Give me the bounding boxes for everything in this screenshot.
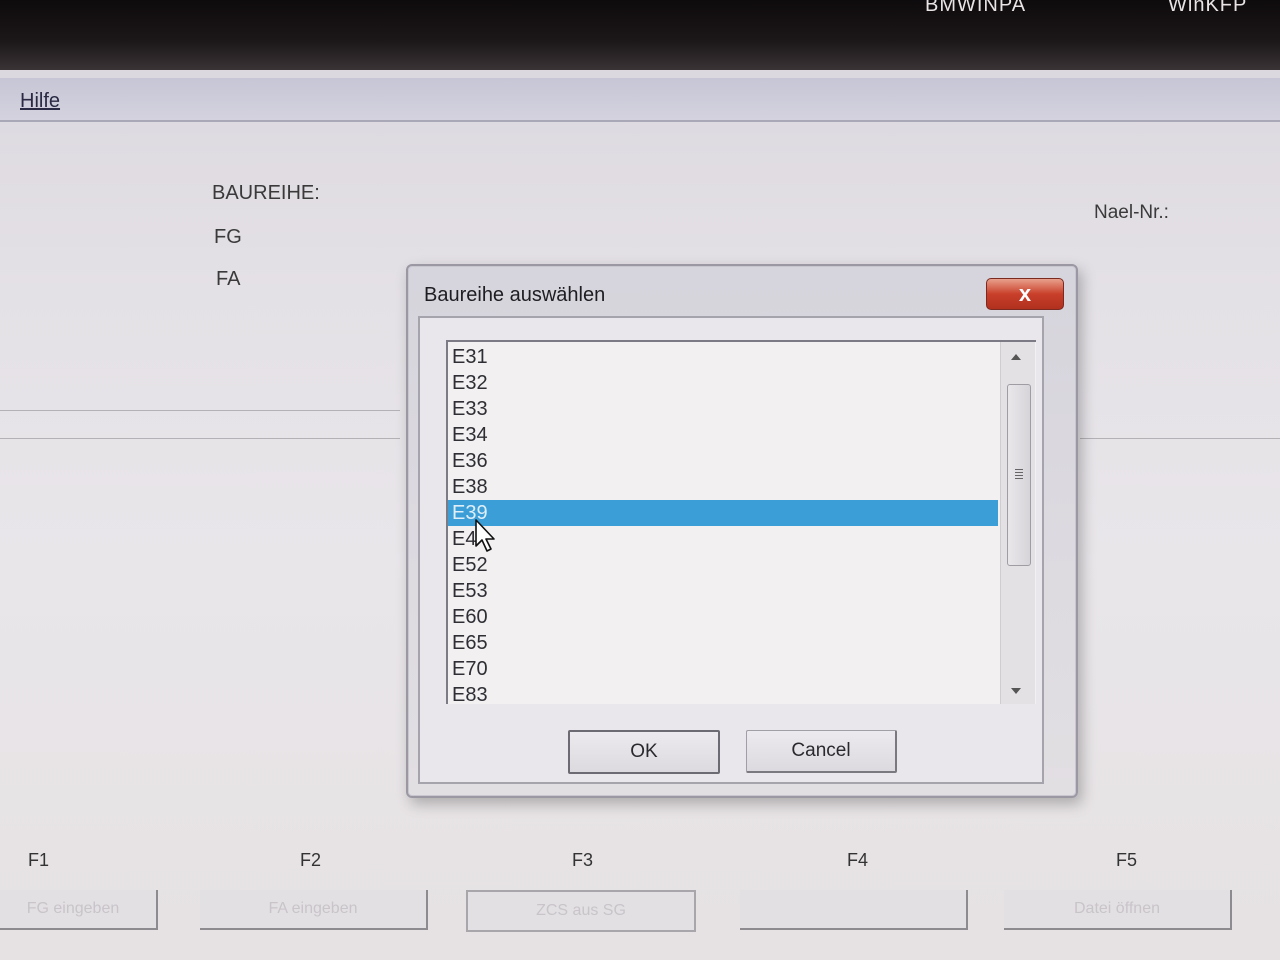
dialog-title: Baureihe auswählen <box>424 284 606 306</box>
desktop-shortcut-winkfp[interactable]: WinKFP <box>1168 0 1247 17</box>
function-key-f3-label: F3 <box>572 850 594 870</box>
list-item[interactable]: E38 <box>448 474 998 500</box>
fg-label: FG <box>214 226 242 248</box>
menu-bar: Hilfe <box>0 78 1280 122</box>
list-item[interactable]: E53 <box>448 578 998 604</box>
grip-icon <box>1015 469 1023 479</box>
scroll-up-arrow-icon[interactable] <box>1011 354 1021 360</box>
function-button-f5[interactable]: Datei öffnen <box>1004 890 1232 930</box>
nael-nr-label: Nael-Nr.: <box>1094 202 1169 223</box>
list-item[interactable]: E83 <box>448 682 998 704</box>
list-item[interactable]: E32 <box>448 370 998 396</box>
list-item[interactable]: E39 <box>448 500 998 526</box>
function-key-f1-label: F1 <box>28 850 50 870</box>
function-button-f3[interactable]: ZCS aus SG <box>466 890 696 932</box>
divider <box>0 410 400 411</box>
scroll-thumb[interactable] <box>1007 384 1031 566</box>
baureihe-dialog: Baureihe auswählen x E31 E32 E33 E34 E36 E38 E… <box>406 264 1078 798</box>
divider <box>1080 438 1280 439</box>
close-icon: x <box>1018 281 1032 306</box>
menu-help[interactable]: Hilfe <box>20 90 60 113</box>
list-item[interactable]: E33 <box>448 396 998 422</box>
baureihe-listbox[interactable]: E31 E32 E33 E34 E36 E38 E39 E4 E52 E53 E60 E65 E70 E8… <box>446 340 1036 704</box>
list-item[interactable]: E65 <box>448 630 998 656</box>
list-item[interactable]: E31 <box>448 344 998 370</box>
scroll-down-arrow-icon[interactable] <box>1011 688 1021 694</box>
function-key-f4-label: F4 <box>847 850 869 870</box>
screen: BMWINPA WinKFP Hilfe BAUREIHE: FG FA Nae… <box>0 0 1280 960</box>
fa-label: FA <box>216 268 241 290</box>
function-button-f2[interactable]: FA eingeben <box>200 890 428 930</box>
function-button-f1[interactable]: FG eingeben <box>0 890 158 930</box>
function-key-f2-label: F2 <box>300 850 322 870</box>
list-item[interactable]: E70 <box>448 656 998 682</box>
mouse-cursor-icon <box>475 519 495 552</box>
list-item[interactable]: E52 <box>448 552 998 578</box>
ok-button[interactable]: OK <box>568 730 720 774</box>
dialog-content: E31 E32 E33 E34 E36 E38 E39 E4 E52 E53 E60 E65 E70 E8… <box>418 316 1044 784</box>
desktop-shortcut-bmwinpa[interactable]: BMWINPA <box>925 0 1026 17</box>
cancel-button[interactable]: Cancel <box>746 730 897 773</box>
list-item[interactable]: E36 <box>448 448 998 474</box>
list-item[interactable]: E34 <box>448 422 998 448</box>
divider <box>0 438 400 439</box>
desktop-background: BMWINPA WinKFP <box>0 0 1280 70</box>
vertical-scrollbar[interactable] <box>1000 342 1035 704</box>
list-item[interactable]: E60 <box>448 604 998 630</box>
close-button[interactable]: x <box>986 278 1064 310</box>
function-button-f4[interactable] <box>740 890 968 930</box>
list-item[interactable]: E4 <box>448 526 998 552</box>
baureihe-label: BAUREIHE: <box>212 182 320 204</box>
function-key-f5-label: F5 <box>1116 850 1138 870</box>
